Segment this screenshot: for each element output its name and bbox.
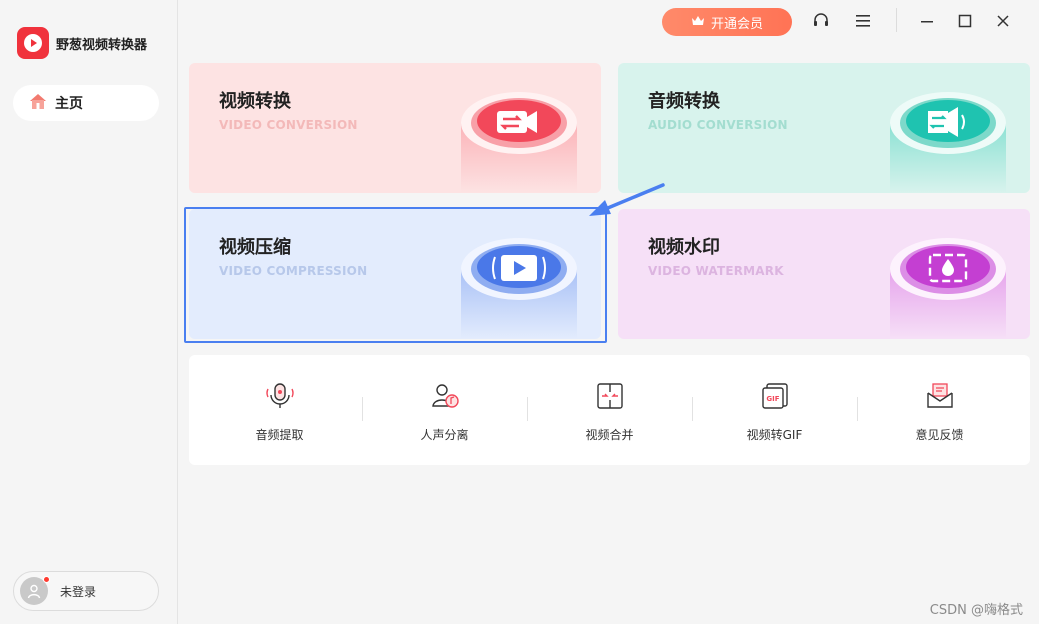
card-subtitle: AUDIO CONVERSION <box>648 118 788 132</box>
video-convert-icon <box>461 92 577 193</box>
card-title: 音频转换 <box>648 91 720 112</box>
merge-icon <box>597 383 623 409</box>
crown-icon <box>691 14 705 31</box>
titlebar-divider <box>896 8 897 32</box>
tool-video-merge[interactable]: 视频合并 <box>527 355 692 465</box>
tool-vocal-separate[interactable]: 人声分离 <box>362 355 527 465</box>
tool-label: 视频转GIF <box>746 428 803 442</box>
login-button[interactable]: 未登录 <box>13 571 159 611</box>
tool-video-to-gif[interactable]: GIF 视频转GIF <box>692 355 857 465</box>
login-label: 未登录 <box>60 584 97 599</box>
tools-panel: 音频提取 人声分离 视频合并 GIF 视频转GIF 意见反馈 <box>189 355 1030 465</box>
sidebar: 野葱视频转换器 主页 未登录 <box>0 0 178 624</box>
tool-audio-extract[interactable]: 音频提取 <box>197 355 362 465</box>
audio-convert-icon <box>890 92 1006 193</box>
video-watermark-icon <box>890 238 1006 339</box>
card-subtitle: VIDEO CONVERSION <box>219 118 358 132</box>
tool-label: 意见反馈 <box>915 428 964 442</box>
maximize-icon[interactable] <box>954 10 976 32</box>
card-video-watermark[interactable]: 视频水印 VIDEO WATERMARK <box>618 209 1030 339</box>
minimize-icon[interactable] <box>916 10 938 32</box>
csdn-watermark: CSDN @嗨格式 <box>929 603 1023 618</box>
svg-text:GIF: GIF <box>766 395 779 403</box>
home-icon <box>29 93 47 114</box>
notification-dot <box>43 576 50 583</box>
app-brand: 野葱视频转换器 <box>17 27 147 59</box>
tool-label: 音频提取 <box>255 428 304 442</box>
sidebar-item-home[interactable]: 主页 <box>13 85 159 121</box>
vip-button[interactable]: 开通会员 <box>662 8 792 36</box>
customer-service-icon[interactable] <box>810 10 832 32</box>
tool-label: 视频合并 <box>585 428 634 442</box>
microphone-icon <box>266 383 294 408</box>
card-title: 视频水印 <box>648 237 720 258</box>
gif-icon: GIF <box>762 383 788 409</box>
app-logo-icon <box>17 27 49 59</box>
card-title: 视频转换 <box>219 91 291 112</box>
app-name: 野葱视频转换器 <box>56 37 148 53</box>
user-icon <box>27 584 41 599</box>
vocal-separate-icon <box>432 384 459 408</box>
menu-icon[interactable] <box>852 10 874 32</box>
annotation-arrow-icon <box>589 183 665 216</box>
sidebar-item-label: 主页 <box>55 96 83 112</box>
card-video-conversion[interactable]: 视频转换 VIDEO CONVERSION <box>189 63 601 193</box>
vip-label: 开通会员 <box>710 16 763 32</box>
card-audio-conversion[interactable]: 音频转换 AUDIO CONVERSION <box>618 63 1030 193</box>
close-icon[interactable] <box>992 10 1014 32</box>
avatar <box>20 576 50 605</box>
tool-feedback[interactable]: 意见反馈 <box>857 355 1022 465</box>
tool-label: 人声分离 <box>420 428 469 442</box>
mail-icon <box>927 383 953 408</box>
highlight-box <box>184 207 607 343</box>
card-subtitle: VIDEO WATERMARK <box>648 264 784 278</box>
